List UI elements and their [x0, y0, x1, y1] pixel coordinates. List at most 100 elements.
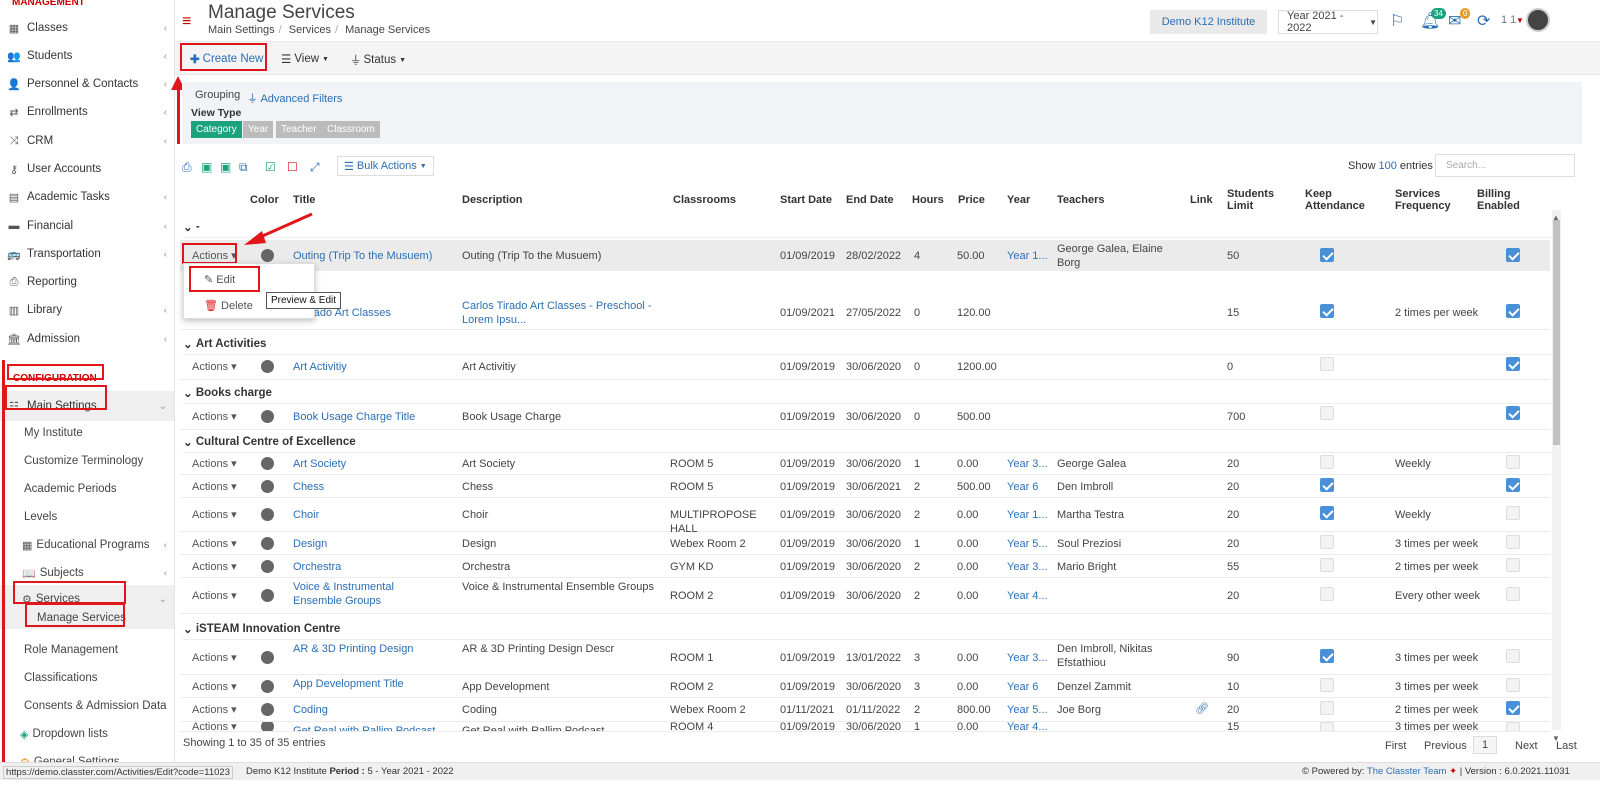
- page-length-select[interactable]: 100: [1379, 160, 1397, 172]
- sidebar-sub-educational-programs[interactable]: ▦ Educational Programs ‹: [0, 531, 174, 559]
- year[interactable]: Year 4...: [1007, 589, 1048, 603]
- actions-dropdown[interactable]: Actions ▾: [192, 560, 237, 574]
- col-year[interactable]: Year: [1007, 194, 1030, 206]
- attendance-checkbox[interactable]: [1320, 248, 1334, 262]
- menu-toggle-icon[interactable]: ≡: [182, 13, 191, 31]
- sidebar-item-admission[interactable]: 🏛 Admission ‹: [0, 325, 174, 353]
- actions-dropdown[interactable]: Actions ▾: [192, 249, 237, 263]
- actions-dropdown[interactable]: Actions ▾: [192, 537, 237, 551]
- sidebar-sub-my-institute[interactable]: My Institute: [0, 419, 174, 447]
- expand-icon[interactable]: ⤢: [310, 160, 320, 175]
- service-title[interactable]: Book Usage Charge Title: [293, 410, 415, 424]
- scrollbar-thumb[interactable]: [1553, 220, 1560, 445]
- attendance-checkbox[interactable]: [1320, 587, 1334, 601]
- billing-checkbox[interactable]: [1506, 678, 1520, 692]
- user-label[interactable]: 1 1: [1501, 14, 1516, 26]
- breadcrumb-services[interactable]: Services: [289, 24, 331, 36]
- table-scrollbar[interactable]: [1552, 210, 1561, 730]
- pager-page[interactable]: 1: [1473, 736, 1497, 754]
- billing-checkbox[interactable]: [1506, 722, 1520, 731]
- billing-checkbox[interactable]: [1506, 506, 1520, 520]
- col-classrooms[interactable]: Classrooms: [673, 194, 736, 206]
- sidebar-sub-consents[interactable]: Consents & Admission Data: [0, 692, 174, 720]
- col-title[interactable]: Title: [293, 194, 315, 206]
- service-title[interactable]: App Development Title: [293, 677, 443, 691]
- sidebar-item-academic-tasks[interactable]: ▤ Academic Tasks ‹: [0, 183, 174, 211]
- actions-dropdown[interactable]: Actions ▾: [192, 508, 237, 522]
- attendance-checkbox[interactable]: [1320, 701, 1334, 715]
- group-row[interactable]: ⌄ -: [183, 216, 1553, 238]
- attendance-checkbox[interactable]: [1320, 535, 1334, 549]
- institute-button[interactable]: Demo K12 Institute: [1150, 10, 1267, 34]
- actions-dropdown[interactable]: Actions ▾: [192, 680, 237, 694]
- sidebar-item-crm[interactable]: ⤨ CRM ‹: [0, 127, 174, 155]
- actions-dropdown[interactable]: Actions ▾: [192, 360, 237, 374]
- service-title[interactable]: Art Activitiy: [293, 360, 347, 374]
- col-start-date[interactable]: Start Date: [780, 194, 832, 206]
- year[interactable]: Year 6: [1007, 480, 1038, 494]
- sidebar-item-main-settings[interactable]: ☷ Main Settings ⌄: [0, 391, 174, 421]
- sidebar-item-enrollments[interactable]: ⇄ Enrollments ‹: [0, 98, 174, 126]
- col-keep-attendance[interactable]: Keep Attendance: [1305, 188, 1365, 212]
- service-title[interactable]: Design: [293, 537, 443, 551]
- sidebar-sub-subjects[interactable]: 📖 Subjects ‹: [0, 559, 174, 587]
- view-button[interactable]: ☰ View ▼: [281, 52, 329, 66]
- group-row[interactable]: ⌄ iSTEAM Innovation Centre: [183, 618, 1553, 640]
- col-description[interactable]: Description: [462, 194, 523, 206]
- year[interactable]: Year 3...: [1007, 651, 1048, 665]
- col-billing-enabled[interactable]: Billing Enabled: [1477, 188, 1522, 212]
- attendance-checkbox[interactable]: [1320, 304, 1334, 318]
- sidebar-sub-dropdown-lists[interactable]: ◈ Dropdown lists: [0, 720, 174, 748]
- actions-dropdown[interactable]: Actions ▾: [192, 703, 237, 717]
- sync-icon[interactable]: ⟳: [1477, 11, 1490, 31]
- sidebar-sub-manage-services[interactable]: Manage Services: [0, 607, 174, 629]
- pager-previous[interactable]: Previous: [1424, 740, 1467, 752]
- service-title[interactable]: Get Real with Rallim Podcast: [293, 724, 443, 731]
- advanced-filters-link[interactable]: ⏚ Advanced Filters: [247, 90, 342, 106]
- pager-last[interactable]: Last: [1556, 740, 1577, 752]
- col-services-frequency[interactable]: Services Frequency: [1395, 188, 1455, 212]
- year[interactable]: Year 3...: [1007, 457, 1048, 471]
- attendance-checkbox[interactable]: [1320, 406, 1334, 420]
- billing-checkbox[interactable]: [1506, 649, 1520, 663]
- billing-checkbox[interactable]: [1506, 406, 1520, 420]
- service-title[interactable]: Art Society: [293, 457, 443, 471]
- caret-down-icon[interactable]: ▼: [1516, 16, 1524, 25]
- billing-checkbox[interactable]: [1506, 478, 1520, 492]
- year[interactable]: Year 1...: [1007, 508, 1048, 522]
- create-new-button[interactable]: ✚ Create New: [190, 52, 263, 66]
- flag-icon[interactable]: ⚐: [1390, 11, 1404, 31]
- billing-checkbox[interactable]: [1506, 357, 1520, 371]
- breadcrumb-main-settings[interactable]: Main Settings: [208, 24, 275, 36]
- actions-dropdown[interactable]: Actions ▾: [192, 457, 237, 471]
- service-title[interactable]: Outing (Trip To the Musuem): [293, 249, 432, 263]
- sidebar-item-personnel[interactable]: 👤 Personnel & Contacts ‹: [0, 70, 174, 98]
- billing-checkbox[interactable]: [1506, 248, 1520, 262]
- avatar[interactable]: [1526, 8, 1550, 32]
- actions-dropdown[interactable]: Actions ▾: [192, 651, 237, 665]
- sidebar-item-financial[interactable]: ▬ Financial ‹: [0, 212, 174, 240]
- search-input[interactable]: Search...: [1435, 154, 1575, 177]
- sidebar-item-students[interactable]: 👥 Students ‹: [0, 42, 174, 70]
- service-description[interactable]: Carlos Tirado Art Classes - Preschool - …: [462, 299, 657, 327]
- col-teachers[interactable]: Teachers: [1057, 194, 1105, 206]
- excel-icon[interactable]: ▣: [201, 160, 212, 174]
- year[interactable]: Year 4...: [1007, 722, 1048, 731]
- service-title[interactable]: Chess: [293, 480, 443, 494]
- attendance-checkbox[interactable]: [1320, 357, 1334, 371]
- year[interactable]: Year 5...: [1007, 537, 1048, 551]
- deselect-icon[interactable]: ☐: [287, 160, 298, 174]
- view-type-classroom[interactable]: Classroom: [322, 121, 380, 138]
- bulk-actions-button[interactable]: ☰ Bulk Actions ▼: [337, 156, 434, 176]
- attendance-checkbox[interactable]: [1320, 558, 1334, 572]
- pager-first[interactable]: First: [1385, 740, 1406, 752]
- attendance-checkbox[interactable]: [1320, 722, 1334, 731]
- sidebar-item-user-accounts[interactable]: ⚷ User Accounts: [0, 155, 174, 183]
- actions-dropdown[interactable]: Actions ▾: [192, 589, 237, 603]
- edit-menu-item[interactable]: ✎ Edit: [204, 273, 235, 286]
- actions-dropdown[interactable]: Actions ▾: [192, 722, 237, 731]
- view-type-year[interactable]: Year: [243, 121, 274, 138]
- print-icon[interactable]: ⎙: [182, 160, 192, 175]
- sidebar-item-reporting[interactable]: ⎙ Reporting: [0, 268, 174, 296]
- sidebar-sub-classifications[interactable]: Classifications: [0, 664, 174, 692]
